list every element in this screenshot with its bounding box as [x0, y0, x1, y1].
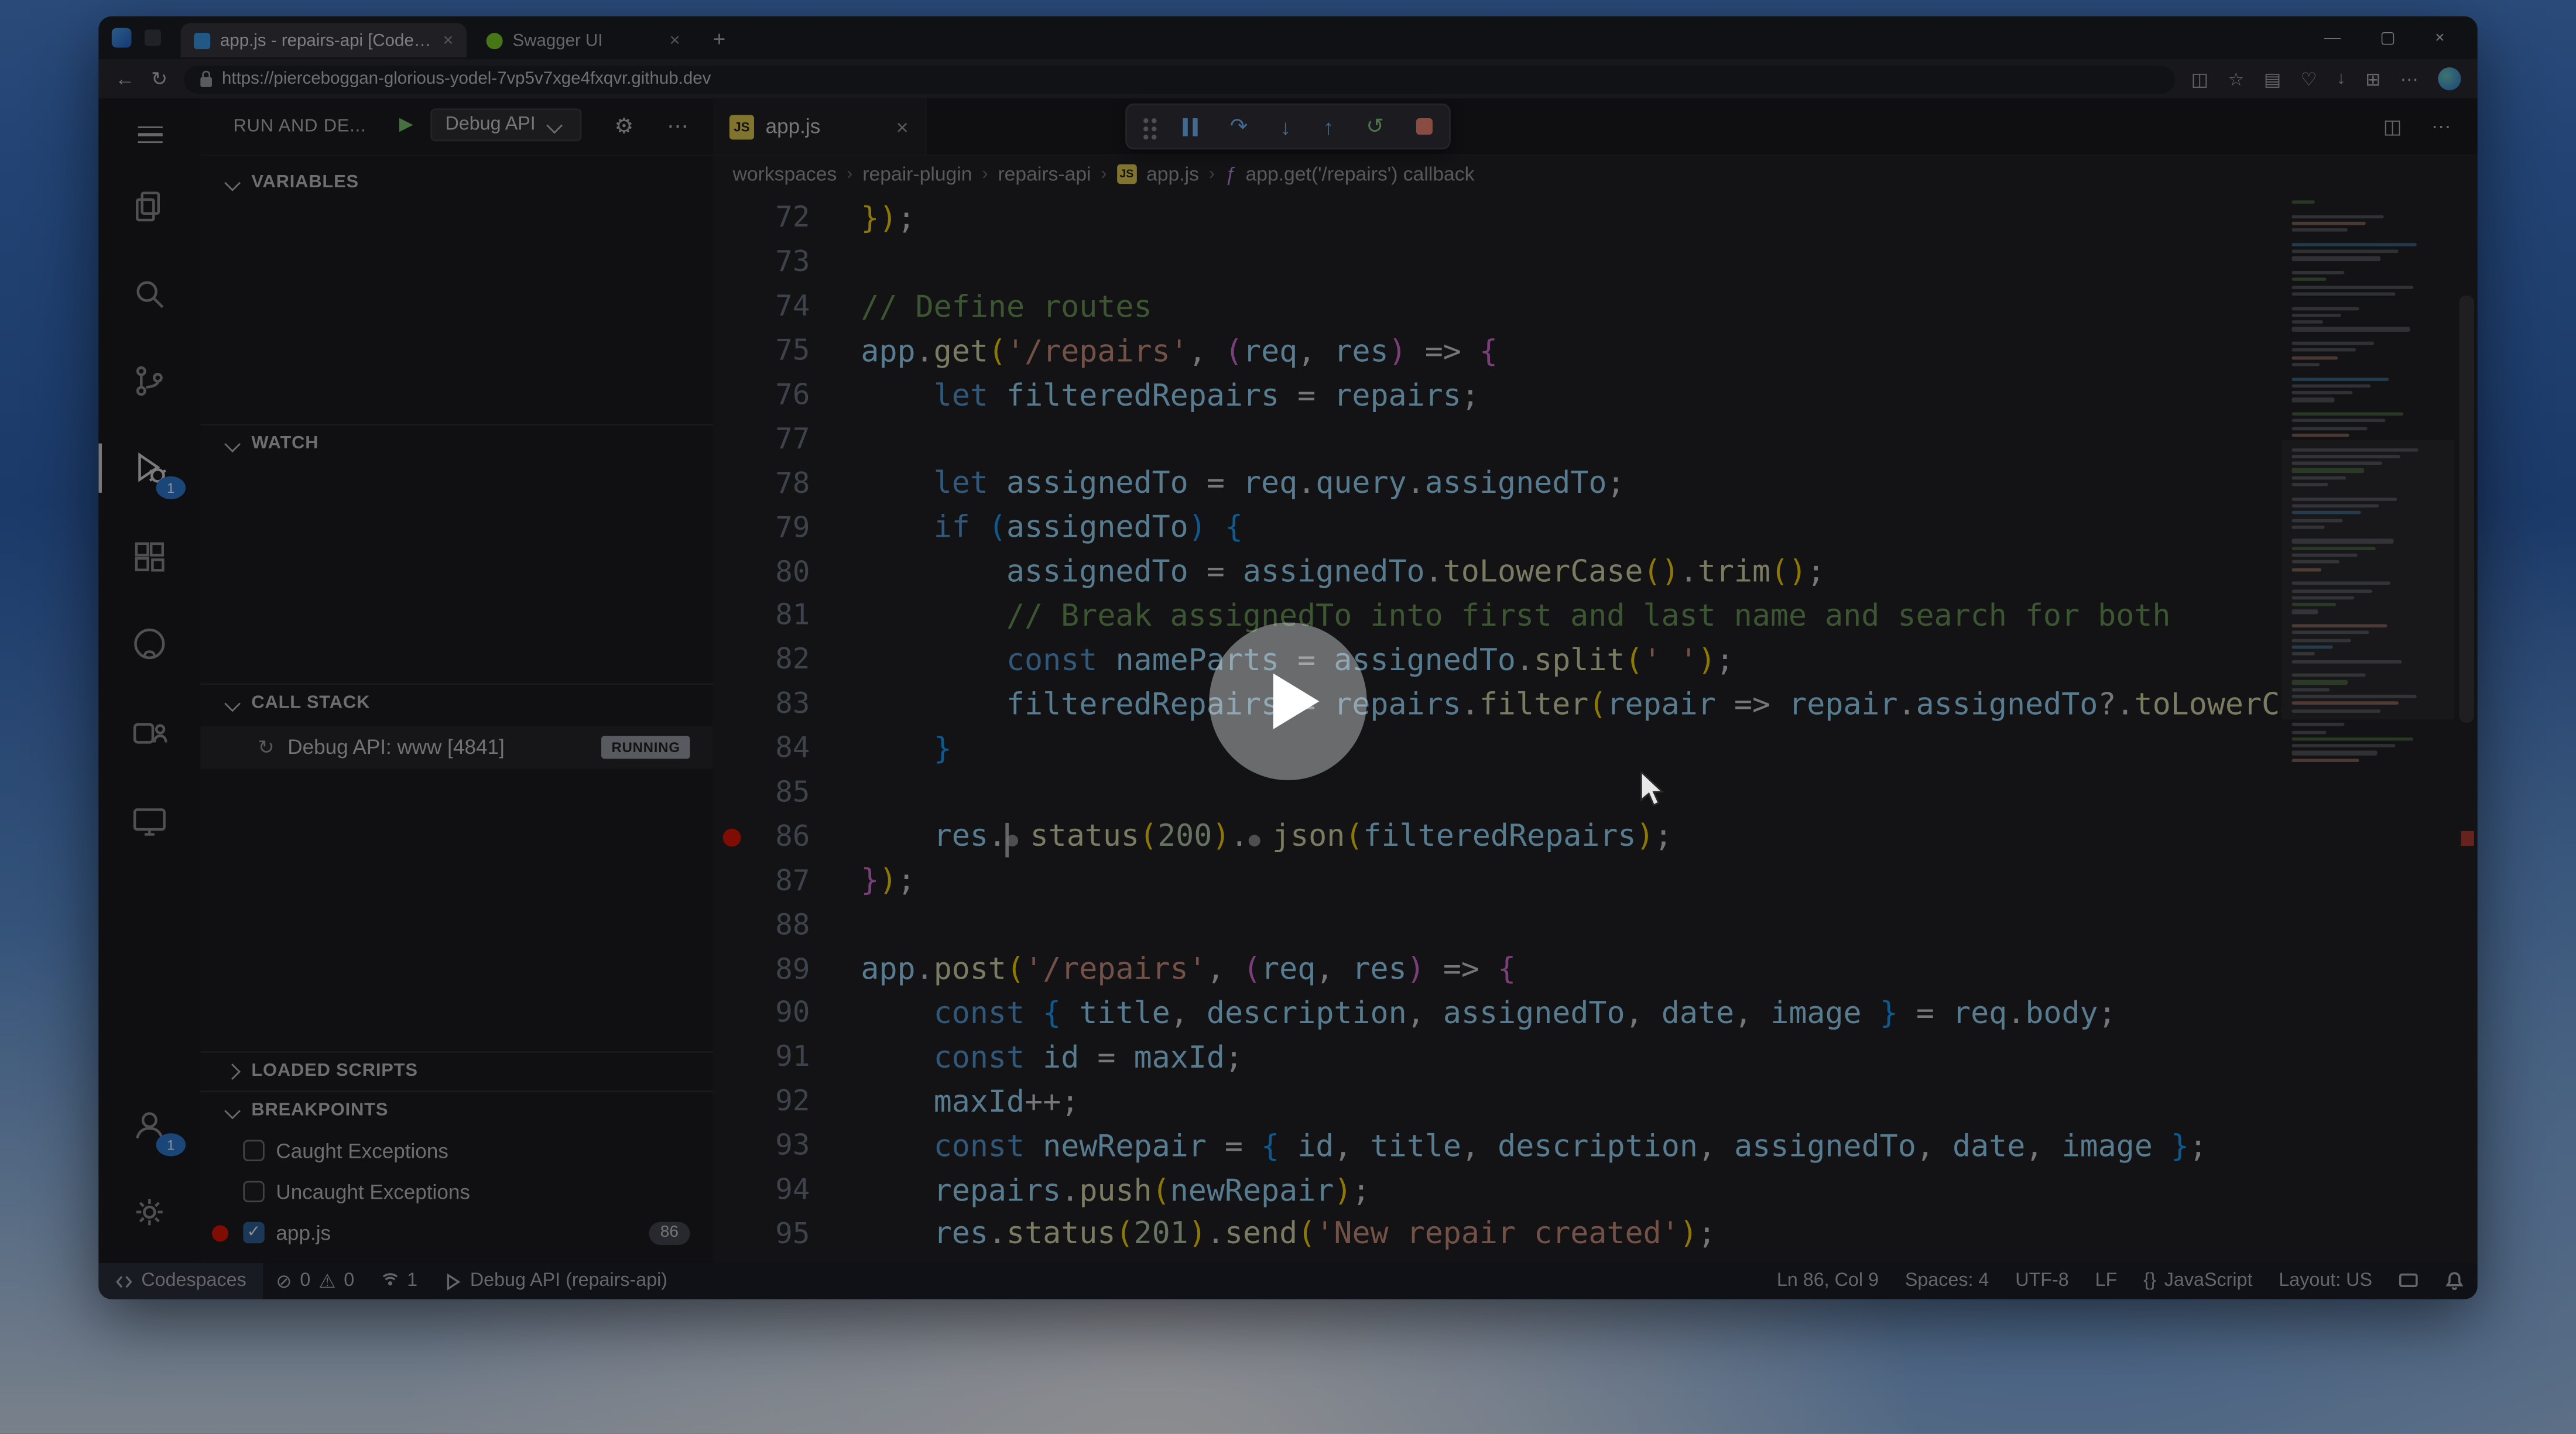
play-icon	[1272, 674, 1318, 729]
video-frame: app.js - repairs-api [Codespaces] × Swag…	[0, 0, 2576, 1434]
mouse-cursor	[1640, 772, 1668, 810]
play-button[interactable]	[1209, 623, 1366, 780]
